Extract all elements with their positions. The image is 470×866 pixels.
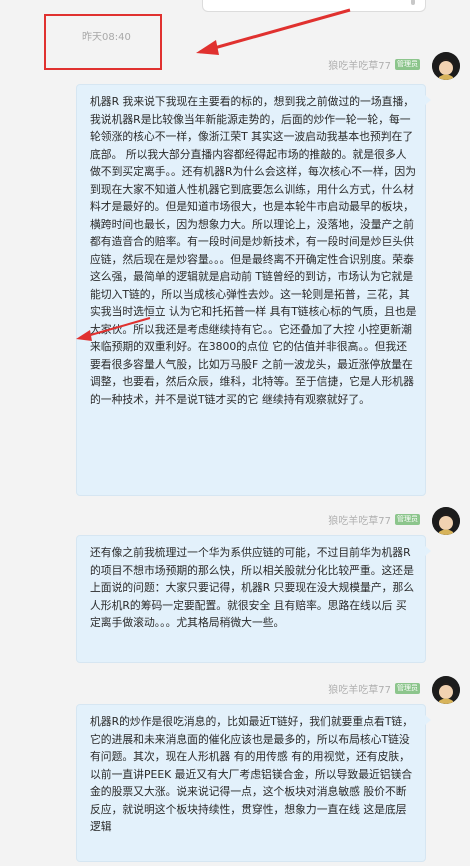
avatar[interactable]	[432, 676, 460, 704]
admin-badge: 管理员	[395, 513, 420, 525]
message-meta: 狼吃羊吃草77 管理员	[328, 511, 420, 527]
avatar[interactable]	[432, 507, 460, 535]
message-bubble[interactable]: 还有像之前我梳理过一个华为系供应链的可能，不过目前华为机器R的项目不想市场预期的…	[76, 535, 431, 663]
message-meta: 狼吃羊吃草77 管理员	[328, 680, 420, 696]
message-bubble[interactable]: 机器R的炒作是很吃消息的，比如最近T链好，我们就要重点看T链，它的进展和未来消息…	[76, 704, 431, 862]
admin-badge: 管理员	[395, 682, 420, 694]
sender-name[interactable]: 狼吃羊吃草77	[328, 512, 391, 527]
sender-name[interactable]: 狼吃羊吃草77	[328, 681, 391, 696]
